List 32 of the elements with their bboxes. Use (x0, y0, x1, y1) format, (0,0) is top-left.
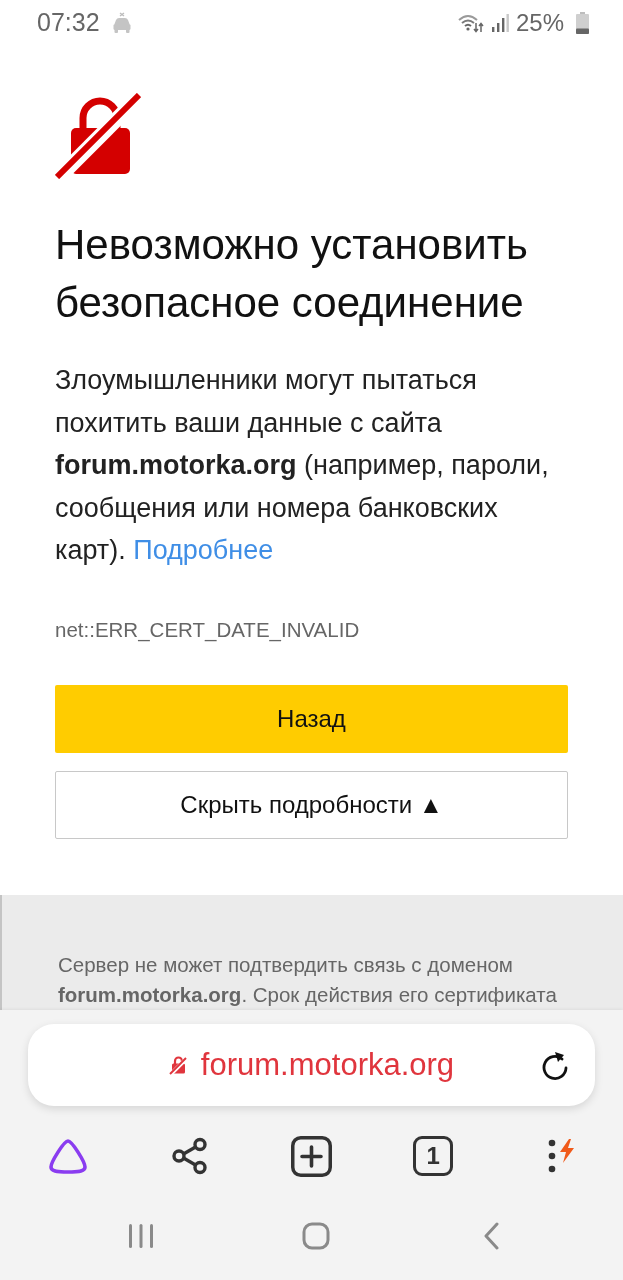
lightning-icon (558, 1139, 577, 1163)
reload-button[interactable] (541, 1050, 569, 1080)
menu-button[interactable] (548, 1139, 577, 1173)
share-button[interactable] (170, 1137, 209, 1175)
lock-crossed-icon (55, 93, 141, 179)
wifi-icon (457, 12, 484, 33)
share-icon (170, 1137, 209, 1175)
kebab-menu-icon (548, 1139, 557, 1173)
reload-icon (541, 1050, 569, 1080)
error-title: Невозможно установить безопасное соединение (55, 220, 529, 328)
signal-icon (490, 12, 509, 33)
clock-time: 07:32 (37, 8, 100, 37)
home-button[interactable] (301, 1222, 330, 1250)
home-icon (301, 1222, 330, 1250)
description-text: Злоумышленники могут пытаться похитить ваши данные с сайта forum.motorka.org (например, пароли, сообщения или номера банковских карт). Подробнее (55, 364, 550, 567)
battery-icon (576, 11, 589, 34)
rounded-triangle-icon (47, 1138, 88, 1174)
tabs-button[interactable]: 1 (413, 1136, 454, 1176)
address-bar[interactable]: forum.motorka.org (28, 1024, 595, 1106)
details-text: Сервер не может подтвердить связь с доменом forum.motorka.org. Срок действия его сертификата (58, 951, 558, 1008)
recent-apps-button[interactable] (127, 1223, 154, 1249)
new-tab-button[interactable] (291, 1135, 332, 1177)
lock-crossed-icon (168, 1055, 187, 1075)
plus-square-icon (291, 1135, 332, 1177)
error-code: net::ERR_CERT_DATE_INVALID (55, 616, 361, 644)
battery-percent: 25% (515, 8, 564, 37)
assistant-button[interactable] (47, 1138, 88, 1174)
car-icon (111, 11, 132, 34)
recent-apps-icon (127, 1223, 154, 1249)
url-text[interactable]: forum.motorka.org (200, 1047, 455, 1083)
hide-details-button[interactable]: Скрыть подробности ▲ (55, 770, 568, 839)
back-button[interactable]: Назад (55, 684, 568, 753)
